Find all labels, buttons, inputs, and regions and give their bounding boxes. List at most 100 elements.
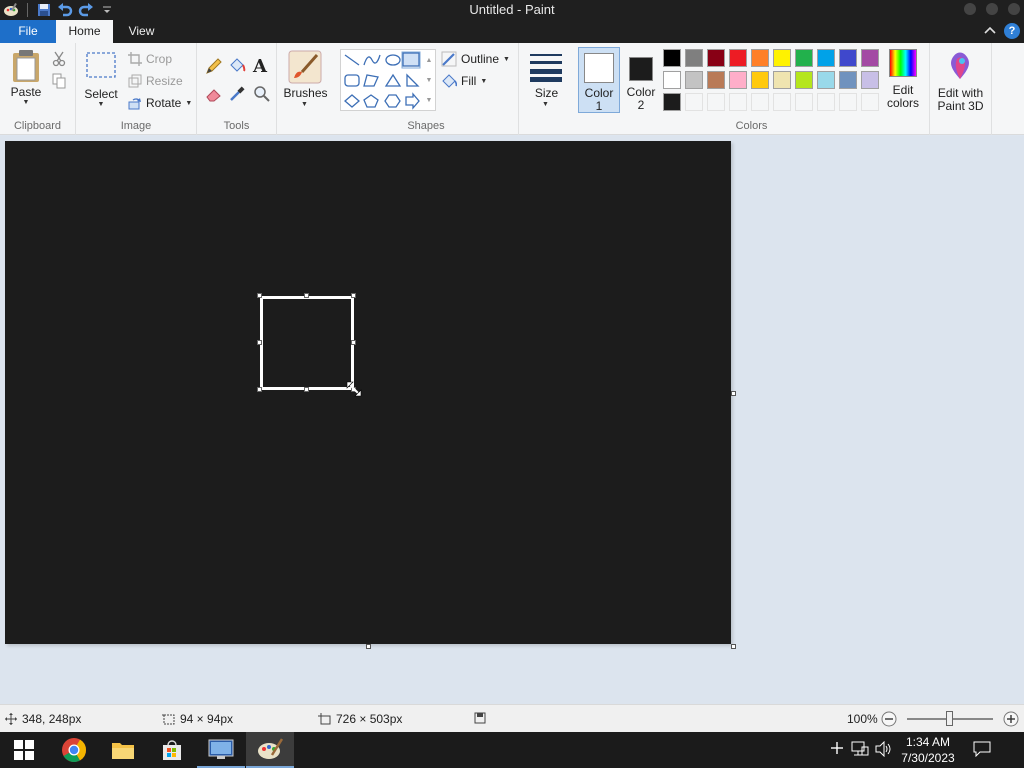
diamond-shape-icon <box>344 94 360 108</box>
maximize-button[interactable] <box>986 3 998 15</box>
color2-button[interactable]: Color 2 <box>622 47 660 113</box>
drawn-rectangle-shape[interactable] <box>260 296 354 390</box>
tab-home[interactable]: Home <box>56 20 113 43</box>
show-hidden-icons-icon[interactable] <box>830 741 844 758</box>
palette-custom-slot[interactable] <box>839 93 857 111</box>
store-taskbar-button[interactable] <box>148 732 196 768</box>
fill-button[interactable]: Fill ▼ <box>441 70 510 92</box>
palette-color-swatch[interactable] <box>751 71 769 89</box>
close-button[interactable] <box>1008 3 1020 15</box>
fill-bucket-icon[interactable] <box>228 57 246 78</box>
palette-color-swatch[interactable] <box>839 71 857 89</box>
palette-custom-slot[interactable] <box>729 93 747 111</box>
palette-custom-slot[interactable] <box>751 93 769 111</box>
canvas-resize-handle-corner[interactable] <box>731 644 736 649</box>
size-button[interactable]: Size ▼ <box>519 43 574 135</box>
edit-colors-button[interactable]: Edit colors <box>882 49 924 110</box>
remote-desktop-taskbar-button[interactable] <box>197 732 245 768</box>
text-tool-icon[interactable]: A <box>253 56 267 77</box>
colors-group: Color 1 Color 2 Edit colors Colors <box>574 43 930 135</box>
zoom-out-icon[interactable] <box>881 711 897 730</box>
canvas-resize-handle-right[interactable] <box>731 391 736 396</box>
palette-color-swatch[interactable] <box>839 49 857 67</box>
palette-custom-slot[interactable] <box>685 93 703 111</box>
rotate-icon <box>128 98 141 110</box>
palette-color-swatch[interactable] <box>795 71 813 89</box>
fill-dropdown-icon[interactable]: ▼ <box>480 78 487 85</box>
resize-button[interactable]: Resize <box>128 70 192 92</box>
outline-button[interactable]: Outline ▼ <box>441 48 510 70</box>
palette-custom-slot[interactable] <box>707 93 725 111</box>
select-dropdown-icon[interactable]: ▼ <box>84 101 118 108</box>
notifications-icon[interactable] <box>973 741 991 760</box>
ribbon-controls: ? <box>984 23 1020 39</box>
palette-custom-slot[interactable] <box>795 93 813 111</box>
select-button[interactable]: Select ▼ <box>84 51 118 108</box>
shape-resize-handle[interactable] <box>304 293 309 298</box>
selection-size: 94 × 94px <box>162 712 233 726</box>
palette-custom-slot[interactable] <box>773 93 791 111</box>
remote-desktop-icon <box>208 739 234 759</box>
shape-resize-handle[interactable] <box>257 340 262 345</box>
palette-custom-slot[interactable] <box>817 93 835 111</box>
palette-color-swatch[interactable] <box>817 49 835 67</box>
shape-resize-handle[interactable] <box>304 387 309 392</box>
copy-icon[interactable] <box>52 73 66 92</box>
start-button[interactable] <box>0 732 48 768</box>
canvas-resize-handle-bottom[interactable] <box>366 644 371 649</box>
edit-with-paint3d-button[interactable]: Edit with Paint 3D <box>930 43 992 135</box>
palette-color-swatch[interactable] <box>861 71 879 89</box>
color-picker-icon[interactable] <box>228 85 246 106</box>
palette-color-swatch[interactable] <box>729 71 747 89</box>
palette-color-swatch[interactable] <box>707 49 725 67</box>
tab-view[interactable]: View <box>113 20 170 43</box>
canvas-workspace[interactable] <box>0 136 1024 704</box>
paste-dropdown-icon[interactable]: ▼ <box>6 99 46 106</box>
palette-color-swatch[interactable] <box>663 49 681 67</box>
palette-color-swatch[interactable] <box>685 49 703 67</box>
palette-color-swatch[interactable] <box>795 49 813 67</box>
palette-color-swatch[interactable] <box>663 93 681 111</box>
network-icon[interactable] <box>851 741 869 760</box>
minimize-button[interactable] <box>964 3 976 15</box>
palette-color-swatch[interactable] <box>663 71 681 89</box>
zoom-slider-thumb[interactable] <box>946 711 953 726</box>
palette-color-swatch[interactable] <box>773 71 791 89</box>
palette-color-swatch[interactable] <box>861 49 879 67</box>
size-dropdown-icon[interactable]: ▼ <box>542 101 549 108</box>
crop-button[interactable]: Crop <box>128 48 192 70</box>
chrome-taskbar-button[interactable] <box>50 732 98 768</box>
magnifier-icon[interactable] <box>253 85 271 106</box>
brushes-dropdown-icon[interactable]: ▼ <box>301 101 308 108</box>
palette-color-swatch[interactable] <box>729 49 747 67</box>
help-icon[interactable]: ? <box>1004 23 1020 39</box>
paste-button[interactable]: Paste ▼ <box>6 49 46 106</box>
taskbar-clock[interactable]: 1:34 AM 7/30/2023 <box>888 734 968 766</box>
rotate-button[interactable]: Rotate ▼ <box>128 92 192 114</box>
shape-resize-handle[interactable] <box>257 387 262 392</box>
shape-resize-handle[interactable] <box>351 340 356 345</box>
minimize-ribbon-chevron-icon[interactable] <box>984 24 996 38</box>
drawing-canvas[interactable] <box>5 141 731 644</box>
file-explorer-taskbar-button[interactable] <box>99 732 147 768</box>
shape-resize-handle[interactable] <box>351 293 356 298</box>
cut-icon[interactable] <box>52 51 66 70</box>
outline-dropdown-icon[interactable]: ▼ <box>503 56 510 63</box>
zoom-in-icon[interactable] <box>1003 711 1019 730</box>
pencil-icon[interactable] <box>205 57 223 78</box>
taskbar: 1:34 AM 7/30/2023 <box>0 732 1024 768</box>
shapes-scroll[interactable]: ▲ ▼ ▼ <box>424 51 434 111</box>
palette-color-swatch[interactable] <box>751 49 769 67</box>
palette-color-swatch[interactable] <box>707 71 725 89</box>
color1-button[interactable]: Color 1 <box>578 47 620 113</box>
palette-color-swatch[interactable] <box>773 49 791 67</box>
eraser-icon[interactable] <box>205 85 223 106</box>
brushes-group[interactable]: Brushes ▼ <box>277 43 334 135</box>
rotate-dropdown-icon[interactable]: ▼ <box>185 100 192 107</box>
palette-color-swatch[interactable] <box>685 71 703 89</box>
paint-taskbar-button[interactable] <box>246 732 294 768</box>
palette-color-swatch[interactable] <box>817 71 835 89</box>
palette-custom-slot[interactable] <box>861 93 879 111</box>
tab-file[interactable]: File <box>0 20 56 43</box>
shape-resize-handle[interactable] <box>257 293 262 298</box>
